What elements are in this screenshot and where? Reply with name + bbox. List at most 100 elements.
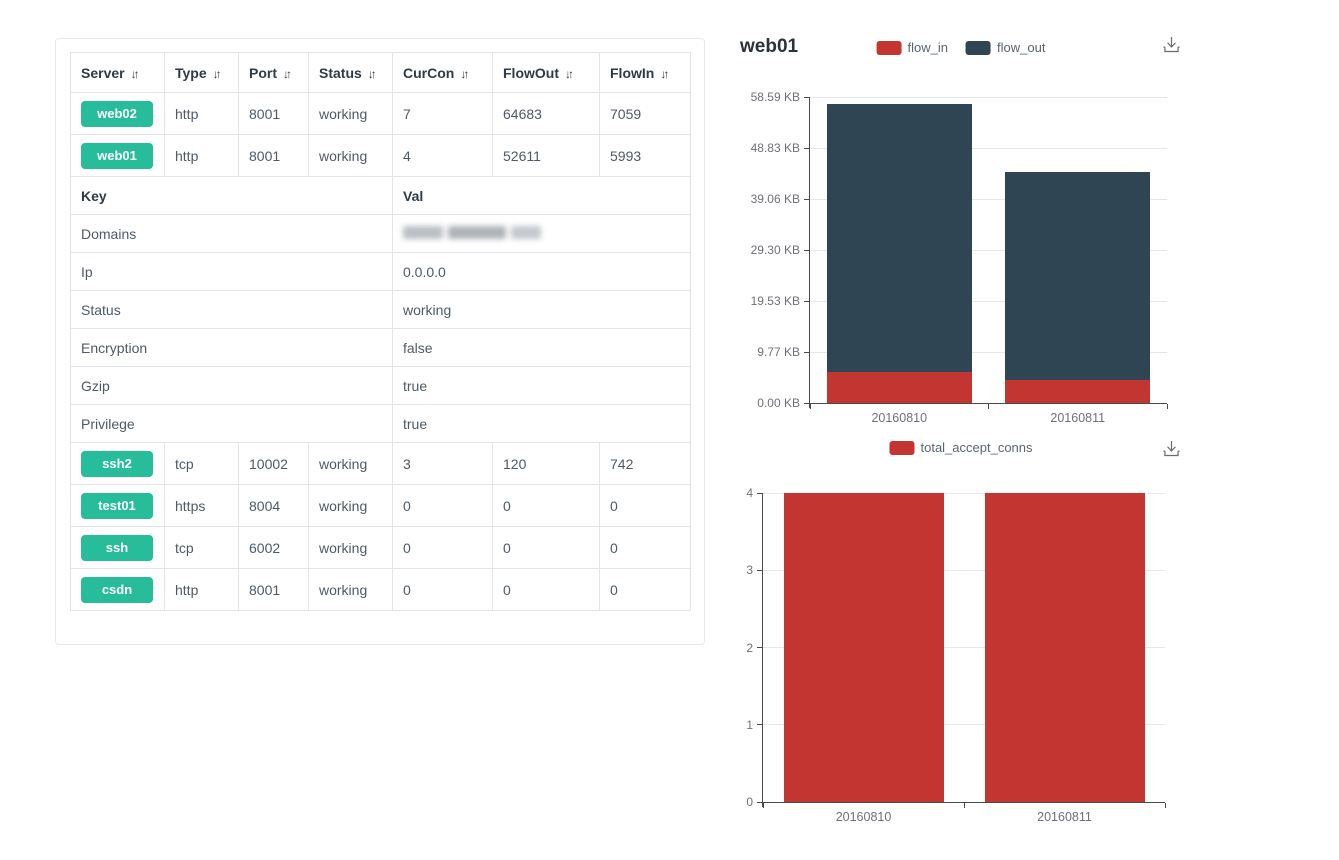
y-axis-label: 4: [669, 486, 753, 500]
legend-label: flow_out: [997, 40, 1045, 55]
server-badge-csdn[interactable]: csdn: [81, 577, 153, 603]
legend-swatch: [966, 41, 991, 55]
cell-status: working: [309, 485, 393, 527]
server-table-head: Server↓↑Type↓↑Port↓↑Status↓↑CurCon↓↑Flow…: [71, 53, 691, 93]
y-axis-label: 0.00 KB: [716, 396, 800, 410]
sort-icon: ↓↑: [283, 67, 289, 81]
cell-port: 8001: [239, 569, 309, 611]
cell-type: http: [165, 135, 239, 177]
kv-key: Gzip: [71, 367, 393, 405]
column-header-label: FlowOut: [503, 65, 559, 81]
server-badge-ssh[interactable]: ssh: [81, 535, 153, 561]
column-header-status[interactable]: Status↓↑: [309, 53, 393, 93]
y-axis-label: 0: [669, 795, 753, 809]
column-header-flowout[interactable]: FlowOut ↓↑: [493, 53, 600, 93]
legend-swatch: [877, 41, 902, 55]
kv-value: true: [393, 367, 691, 405]
cell-flowin: 0: [600, 527, 691, 569]
cell-flowout: 0: [493, 527, 600, 569]
sort-icon: ↓↑: [213, 67, 219, 81]
y-axis-line: [809, 97, 810, 408]
bar-total_accept_conns-20160811: [985, 493, 1145, 802]
column-header-label: Server: [81, 65, 125, 81]
column-header-label: Status: [319, 65, 362, 81]
legend-item-flow_in[interactable]: flow_in: [877, 40, 948, 55]
conns-chart-legend: total_accept_conns: [889, 440, 1032, 455]
kv-key: Domains: [71, 215, 393, 253]
server-badge-test01[interactable]: test01: [81, 493, 153, 519]
x-axis-tick: [810, 404, 811, 409]
cell-flowin: 742: [600, 443, 691, 485]
column-header-server[interactable]: Server ↓↑: [71, 53, 165, 93]
column-header-flowin[interactable]: FlowIn↓↑: [600, 53, 691, 93]
x-axis-tick: [988, 404, 989, 409]
column-header-label: Type: [175, 65, 207, 81]
x-axis-tick: [1167, 404, 1168, 409]
table-row-ssh: sshtcp6002working000: [71, 527, 691, 569]
table-row-csdn: csdnhttp8001working000: [71, 569, 691, 611]
cell-status: working: [309, 569, 393, 611]
cell-flowout: 0: [493, 485, 600, 527]
column-header-label: Port: [249, 65, 277, 81]
kv-val-header: Val: [393, 177, 691, 215]
cell-curcon: 0: [393, 485, 493, 527]
kv-value: false: [393, 329, 691, 367]
flow-chart-legend: flow_in flow_out: [877, 40, 1046, 55]
x-axis-label: 20160810: [854, 411, 944, 425]
cell-status: working: [309, 93, 393, 135]
table-row-test01: test01https8004working000: [71, 485, 691, 527]
cell-flowout: 120: [493, 443, 600, 485]
kv-row-status: Statusworking: [71, 291, 691, 329]
cell-flowout: 52611: [493, 135, 600, 177]
bar-flow_in-20160811: [1005, 380, 1150, 403]
server-cell: ssh: [71, 527, 165, 569]
column-header-port[interactable]: Port ↓↑: [239, 53, 309, 93]
kv-header-row: KeyVal: [71, 177, 691, 215]
kv-key-header: Key: [71, 177, 393, 215]
save-as-image-icon[interactable]: [1161, 34, 1182, 60]
kv-key: Status: [71, 291, 393, 329]
y-axis-label: 9.77 KB: [716, 345, 800, 359]
cell-flowin: 5993: [600, 135, 691, 177]
server-table-card: Server↓↑Type↓↑Port↓↑Status↓↑CurCon↓↑Flow…: [55, 38, 705, 645]
cell-port: 10002: [239, 443, 309, 485]
server-table: Server↓↑Type↓↑Port↓↑Status↓↑CurCon↓↑Flow…: [70, 52, 691, 611]
column-header-type[interactable]: Type ↓↑: [165, 53, 239, 93]
legend-label: flow_in: [908, 40, 948, 55]
y-axis-label: 3: [669, 563, 753, 577]
y-axis-label: 48.83 KB: [716, 141, 800, 155]
x-axis-tick: [763, 803, 764, 808]
save-as-image-icon[interactable]: [1161, 438, 1182, 464]
redacted-blob: [511, 226, 541, 239]
server-badge-ssh2[interactable]: ssh2: [81, 451, 153, 477]
cell-port: 6002: [239, 527, 309, 569]
x-axis-tick: [1165, 803, 1166, 808]
cell-flowout: 0: [493, 569, 600, 611]
x-axis-label: 20160811: [1020, 810, 1110, 824]
conns-chart: total_accept_conns 012342016081020160811: [730, 428, 1192, 838]
legend-item-total_accept_conns[interactable]: total_accept_conns: [889, 440, 1032, 455]
cell-curcon: 3: [393, 443, 493, 485]
column-header-label: CurCon: [403, 65, 454, 81]
cell-type: http: [165, 569, 239, 611]
cell-port: 8004: [239, 485, 309, 527]
y-axis-label: 29.30 KB: [716, 243, 800, 257]
kv-row-gzip: Gziptrue: [71, 367, 691, 405]
table-row-ssh2: ssh2tcp10002working3120742: [71, 443, 691, 485]
bar-flow_out-20160811: [1005, 172, 1150, 380]
flow-chart: web01 flow_inflow_out 0.00 KB9.77 KB19.5…: [730, 22, 1192, 434]
cell-curcon: 0: [393, 569, 493, 611]
table-header-row: Server↓↑Type↓↑Port↓↑Status↓↑CurCon↓↑Flow…: [71, 53, 691, 93]
sort-icon: ↓↑: [565, 67, 571, 81]
sort-icon: ↓↑: [131, 67, 137, 81]
cell-type: tcp: [165, 443, 239, 485]
column-header-curcon[interactable]: CurCon↓↑: [393, 53, 493, 93]
server-badge-web02[interactable]: web02: [81, 101, 153, 127]
kv-key: Privilege: [71, 405, 393, 443]
server-cell: web01: [71, 135, 165, 177]
cell-curcon: 4: [393, 135, 493, 177]
server-badge-web01[interactable]: web01: [81, 143, 153, 169]
table-row-web01: web01http8001working4526115993: [71, 135, 691, 177]
legend-item-flow_out[interactable]: flow_out: [966, 40, 1045, 55]
chart-title: web01: [740, 36, 798, 58]
